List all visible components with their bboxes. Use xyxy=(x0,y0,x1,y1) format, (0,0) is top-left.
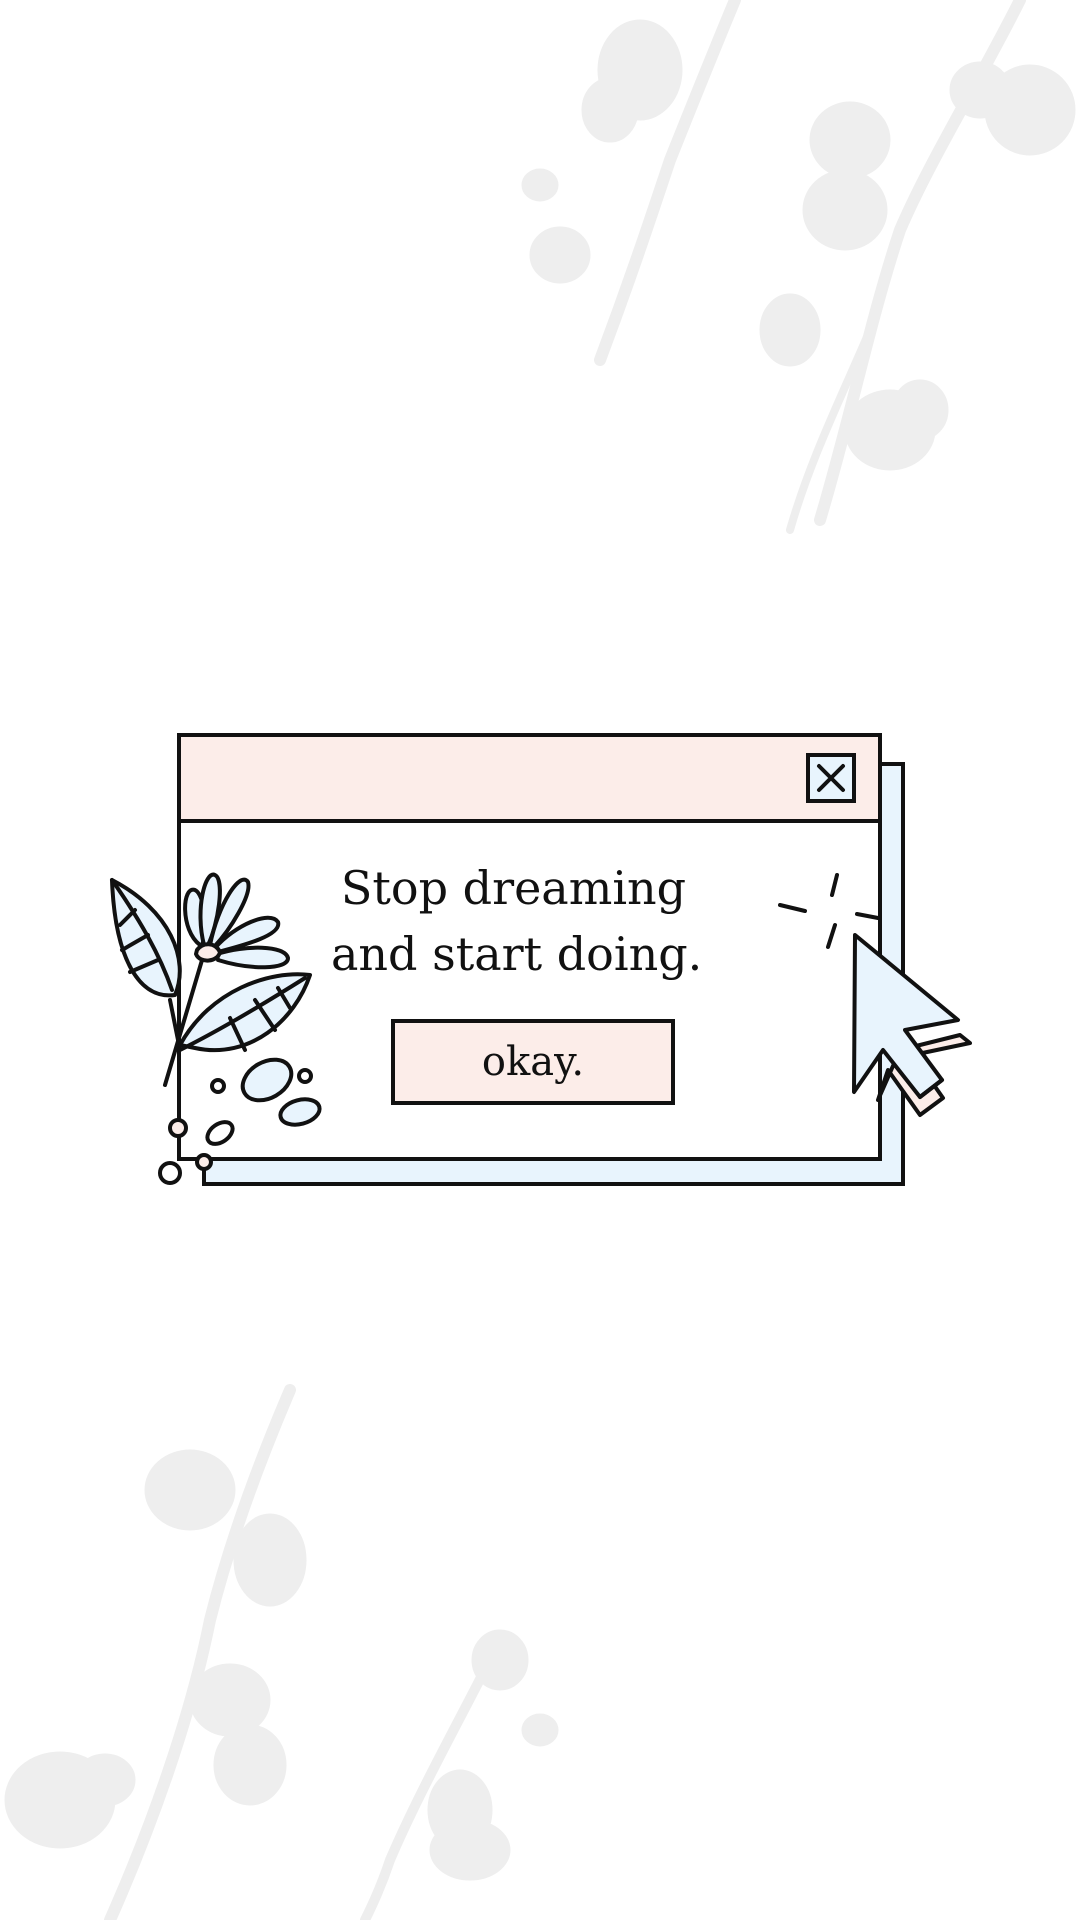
close-x-icon xyxy=(817,764,845,792)
dialog-message: Stop dreaming and start doing. xyxy=(331,855,703,987)
okay-button[interactable]: okay. xyxy=(391,1019,675,1105)
close-button[interactable] xyxy=(806,753,856,803)
message-line-2: and start doing. xyxy=(331,927,703,981)
popup-dialog: Stop dreaming and start doing. okay. xyxy=(177,733,882,1161)
dialog-titlebar xyxy=(181,737,878,823)
message-line-1: Stop dreaming xyxy=(340,861,687,915)
